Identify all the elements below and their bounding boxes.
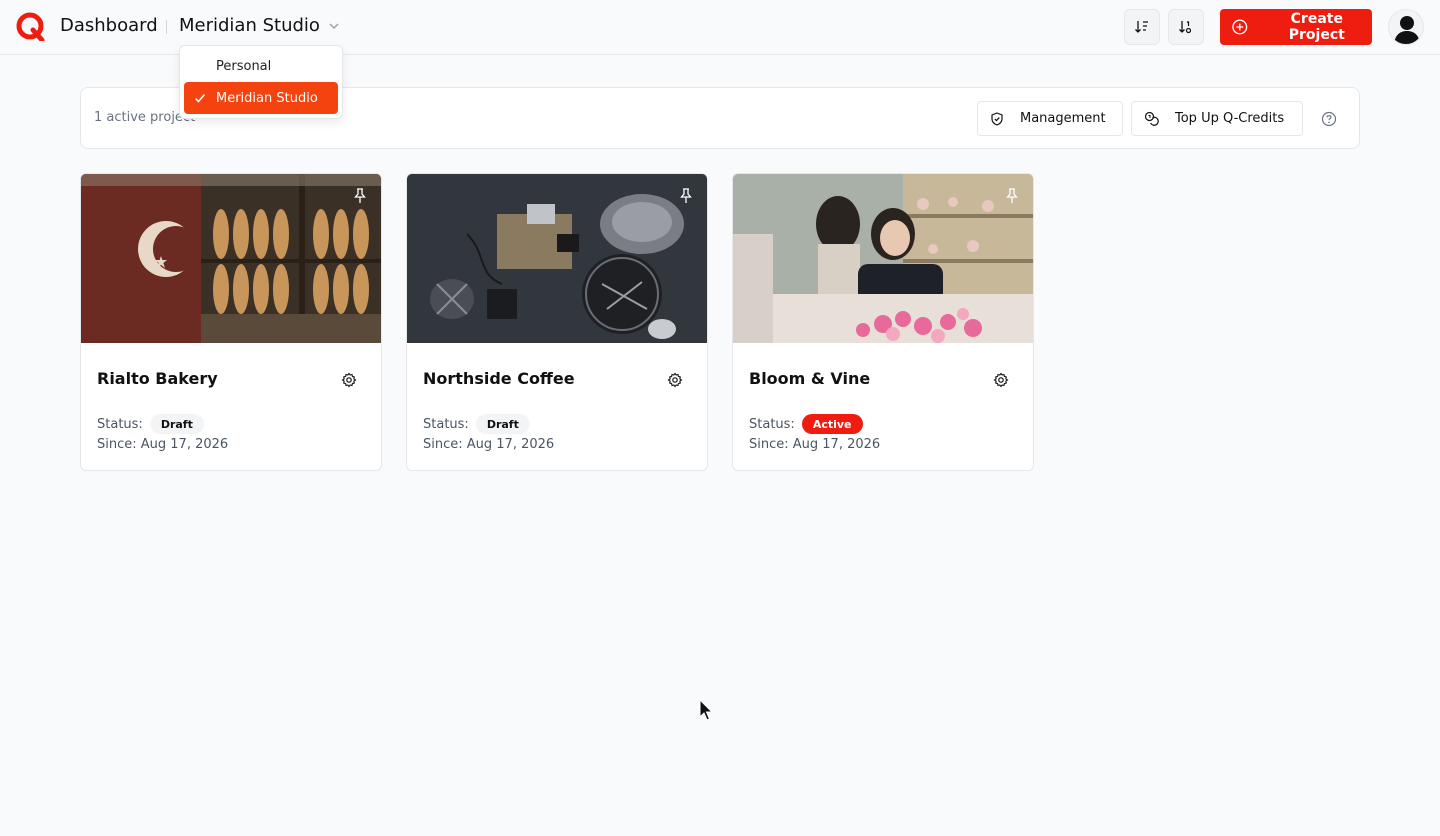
mouse-cursor-icon <box>699 699 714 721</box>
workspace-switcher[interactable]: Meridian Studio <box>179 15 340 36</box>
project-name: Rialto Bakery <box>97 369 218 388</box>
project-status: Status: Active <box>749 414 863 434</box>
pin-icon[interactable] <box>1005 188 1019 204</box>
project-card[interactable]: Rialto Bakery Status: Draft Since: Aug 1… <box>80 173 382 471</box>
project-since: Since: Aug 17, 2026 <box>97 437 229 452</box>
gear-icon[interactable] <box>667 372 683 388</box>
project-thumbnail <box>733 174 1033 343</box>
project-card[interactable]: Northside Coffee Status: Draft Since: Au… <box>406 173 708 471</box>
header-divider <box>166 20 167 34</box>
project-thumbnail <box>81 174 381 343</box>
user-avatar-icon <box>1394 16 1420 44</box>
create-project-label: Create Project <box>1288 11 1345 43</box>
project-name: Northside Coffee <box>423 369 575 388</box>
gear-icon[interactable] <box>341 372 357 388</box>
project-thumbnail <box>407 174 707 343</box>
page-title: Dashboard <box>60 15 158 36</box>
management-button[interactable]: Management <box>977 101 1123 136</box>
shield-check-icon <box>991 111 1003 126</box>
sort-ascending-button[interactable] <box>1124 9 1160 45</box>
workspace-menu: Personal Meridian Studio <box>179 45 343 119</box>
workspace-option-meridian-studio[interactable]: Meridian Studio <box>184 82 338 114</box>
pin-icon[interactable] <box>679 188 693 204</box>
workspace-option-label: Meridian Studio <box>216 90 318 106</box>
avatar[interactable] <box>1388 9 1424 45</box>
workspace-option-personal[interactable]: Personal <box>184 50 338 82</box>
flower-shop-photo <box>733 174 1033 343</box>
sort-descending-button[interactable] <box>1168 9 1204 45</box>
top-up-credits-label: Top Up Q-Credits <box>1175 111 1285 126</box>
bakery-photo <box>81 174 381 343</box>
create-project-button[interactable]: Create Project <box>1220 9 1372 45</box>
app-logo-icon[interactable] <box>16 12 45 41</box>
management-label: Management <box>1020 111 1106 126</box>
project-since: Since: Aug 17, 2026 <box>749 437 881 452</box>
project-since: Since: Aug 17, 2026 <box>423 437 555 452</box>
project-status: Status: Draft <box>97 414 204 434</box>
status-label: Status: <box>749 416 795 432</box>
top-up-credits-button[interactable]: Top Up Q-Credits <box>1131 101 1303 136</box>
project-status: Status: Draft <box>423 414 530 434</box>
plus-circle-icon <box>1232 19 1248 35</box>
pin-icon[interactable] <box>353 188 367 204</box>
help-icon[interactable] <box>1321 111 1337 127</box>
gear-icon[interactable] <box>993 372 1009 388</box>
status-badge: Draft <box>475 414 530 434</box>
coffee-photo <box>407 174 707 343</box>
check-icon <box>194 94 206 103</box>
status-badge: Draft <box>149 414 204 434</box>
status-label: Status: <box>423 416 469 432</box>
workspace-name: Meridian Studio <box>179 15 320 36</box>
project-name: Bloom & Vine <box>749 369 871 388</box>
workspace-option-label: Personal <box>216 58 272 74</box>
sort-ascending-icon <box>1135 21 1148 33</box>
chevron-down-icon <box>329 22 339 29</box>
status-label: Status: <box>97 416 143 432</box>
coins-icon <box>1144 111 1159 126</box>
project-card[interactable]: Bloom & Vine Status: Active Since: Aug 1… <box>732 173 1034 471</box>
sort-descending-icon <box>1179 21 1192 34</box>
status-badge: Active <box>801 414 863 434</box>
